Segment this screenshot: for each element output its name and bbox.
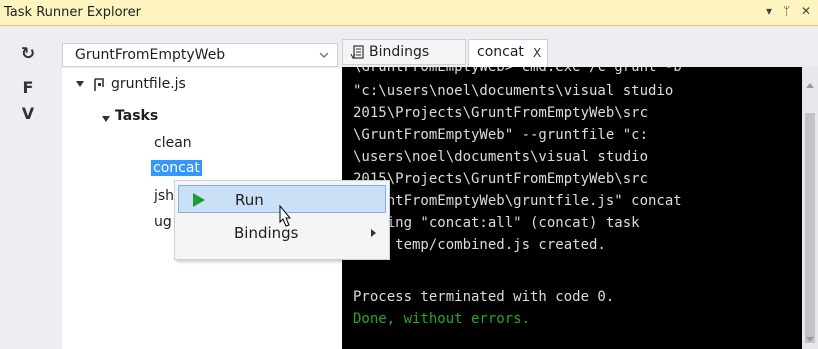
console-line: 2015\Projects\GruntFromEmptyWeb\src — [353, 171, 649, 187]
tree-item-gruntfile[interactable]: gruntfile.js — [111, 76, 186, 92]
chevron-down-icon — [319, 52, 329, 58]
tab-close-icon[interactable]: X — [533, 46, 541, 60]
scroll-down-icon[interactable] — [806, 337, 814, 342]
console-output: \GruntFromEmptyWeb> cmd.exe /c grunt -b … — [342, 67, 802, 349]
task-item-jshint[interactable]: jsh — [154, 188, 174, 204]
toolbar-strip: ↻ F V — [0, 26, 56, 349]
console-line: \GruntFromEmptyWeb\gruntfile.js" concat — [353, 193, 682, 209]
title-bar: Task Runner Explorer ▾ ᛘ ✕ — [0, 0, 818, 26]
scroll-up-icon[interactable] — [806, 83, 814, 88]
tree-item-tasks[interactable]: Tasks — [115, 108, 158, 124]
project-dropdown-value: GruntFromEmptyWeb — [75, 47, 226, 63]
submenu-arrow-icon — [371, 229, 376, 237]
window-menu-dropdown-icon[interactable]: ▾ — [766, 4, 772, 18]
task-item-clean[interactable]: clean — [154, 135, 192, 151]
pin-icon[interactable]: ᛘ — [783, 4, 790, 18]
console-line: \GruntFromEmptyWeb> cmd.exe /c grunt -b — [353, 67, 682, 75]
expand-tasks-icon[interactable] — [102, 116, 110, 122]
console-line: Running "concat:all" (concat) task — [353, 215, 640, 231]
console-line: \users\noel\documents\visual studio — [353, 149, 649, 165]
expand-file-icon[interactable] — [76, 81, 84, 87]
tab-concat[interactable]: concat X — [468, 39, 548, 67]
tab-bindings[interactable]: Bindings — [342, 39, 466, 65]
console-line: "c:\users\noel\documents\visual studio — [353, 83, 674, 99]
grunt-file-icon — [94, 78, 104, 91]
task-item-uglify[interactable]: ug — [154, 214, 172, 230]
refresh-button[interactable]: ↻ — [0, 44, 56, 68]
tab-bindings-label: Bindings — [369, 44, 430, 60]
console-scrollbar[interactable] — [802, 67, 818, 349]
scrollbar-thumb[interactable] — [805, 113, 815, 343]
close-icon[interactable]: ✕ — [801, 4, 811, 18]
f-toggle-button[interactable]: F — [0, 78, 56, 102]
console-line-exit-code: Process terminated with code 0. — [353, 289, 615, 305]
mouse-pointer-icon — [279, 204, 292, 227]
menu-item-run-label: Run — [235, 191, 264, 209]
bindings-icon — [350, 45, 364, 60]
output-tabs: Bindings concat X — [342, 37, 818, 67]
console-line-success: Done, without errors. — [353, 311, 531, 327]
v-toggle-button[interactable]: V — [0, 104, 56, 128]
project-dropdown[interactable]: GruntFromEmptyWeb — [62, 43, 338, 67]
console-line: \GruntFromEmptyWeb" --gruntfile "c: — [353, 127, 649, 143]
console-line: File temp/combined.js created. — [353, 237, 606, 253]
console-line: 2015\Projects\GruntFromEmptyWeb\src — [353, 105, 649, 121]
task-item-concat[interactable]: concat — [151, 160, 202, 176]
play-icon — [193, 193, 205, 207]
window-title: Task Runner Explorer — [4, 5, 141, 20]
tab-concat-label: concat — [477, 44, 524, 60]
refresh-icon: ↻ — [20, 44, 36, 64]
